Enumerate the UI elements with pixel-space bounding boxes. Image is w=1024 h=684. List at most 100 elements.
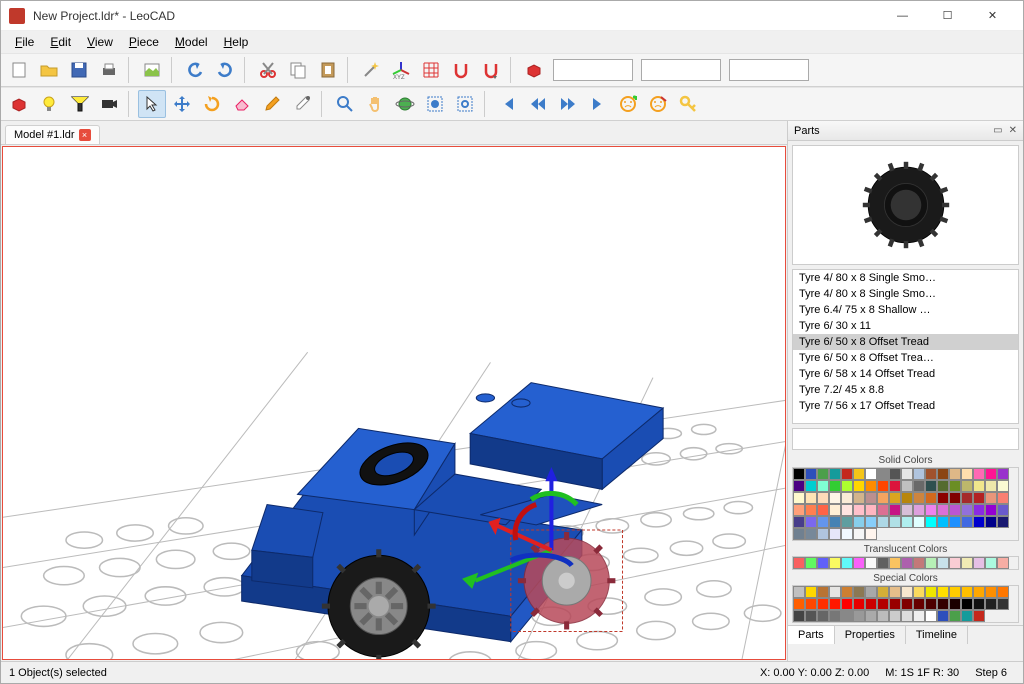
color-swatch[interactable] [829, 480, 841, 492]
color-swatch[interactable] [913, 610, 925, 622]
part-search-input[interactable] [792, 428, 1019, 450]
color-swatch[interactable] [841, 504, 853, 516]
color-swatch[interactable] [937, 586, 949, 598]
color-swatch[interactable] [853, 586, 865, 598]
color-swatch[interactable] [937, 480, 949, 492]
color-swatch[interactable] [949, 516, 961, 528]
color-swatch[interactable] [973, 468, 985, 480]
color-swatch[interactable] [901, 586, 913, 598]
color-swatch[interactable] [913, 557, 925, 569]
color-swatch[interactable] [817, 610, 829, 622]
color-swatch[interactable] [961, 504, 973, 516]
tab-timeline[interactable]: Timeline [906, 626, 968, 644]
color-swatch[interactable] [985, 516, 997, 528]
color-swatch[interactable] [901, 492, 913, 504]
color-swatch[interactable] [877, 492, 889, 504]
color-swatch[interactable] [937, 504, 949, 516]
color-swatch[interactable] [853, 480, 865, 492]
color-swatch[interactable] [853, 516, 865, 528]
color-swatch[interactable] [829, 492, 841, 504]
color-swatch[interactable] [889, 504, 901, 516]
color-swatch[interactable] [817, 557, 829, 569]
color-swatch[interactable] [925, 480, 937, 492]
color-swatch[interactable] [877, 516, 889, 528]
color-swatch[interactable] [877, 598, 889, 610]
color-swatch[interactable] [949, 492, 961, 504]
rotate-button[interactable] [198, 90, 226, 118]
color-swatch[interactable] [901, 480, 913, 492]
panel-float-icon[interactable]: ▭ [993, 125, 1002, 136]
move-button[interactable] [168, 90, 196, 118]
color-swatch[interactable] [865, 586, 877, 598]
color-swatch[interactable] [877, 610, 889, 622]
color-swatch[interactable] [949, 468, 961, 480]
color-swatch[interactable] [889, 557, 901, 569]
color-swatch[interactable] [949, 586, 961, 598]
grid-button[interactable] [417, 56, 445, 84]
color-swatch[interactable] [913, 586, 925, 598]
color-swatch[interactable] [985, 557, 997, 569]
color-swatch[interactable] [853, 468, 865, 480]
close-button[interactable]: ✕ [970, 1, 1015, 31]
part-item[interactable]: Tyre 7/ 56 x 17 Offset Tread [793, 398, 1018, 414]
color-swatch[interactable] [985, 598, 997, 610]
input-2[interactable] [641, 59, 721, 81]
color-swatch[interactable] [865, 598, 877, 610]
input-3[interactable] [729, 59, 809, 81]
color-swatch[interactable] [805, 598, 817, 610]
undo-button[interactable] [181, 56, 209, 84]
camera-button[interactable] [95, 90, 123, 118]
part-item[interactable]: Tyre 4/ 80 x 8 Single Smo… [793, 270, 1018, 286]
redo-button[interactable] [211, 56, 239, 84]
cut-button[interactable] [254, 56, 282, 84]
color-swatch[interactable] [973, 557, 985, 569]
color-swatch[interactable] [889, 468, 901, 480]
color-swatch[interactable] [889, 610, 901, 622]
color-swatch[interactable] [949, 610, 961, 622]
color-swatch[interactable] [901, 610, 913, 622]
color-swatch[interactable] [817, 528, 829, 540]
color-swatch[interactable] [985, 492, 997, 504]
color-swatch[interactable] [865, 557, 877, 569]
roll-button[interactable] [421, 90, 449, 118]
color-swatch[interactable] [901, 598, 913, 610]
color-swatch[interactable] [925, 586, 937, 598]
color-swatch[interactable] [913, 492, 925, 504]
color-swatch[interactable] [997, 557, 1009, 569]
color-swatch[interactable] [937, 557, 949, 569]
part-item[interactable]: Tyre 4/ 80 x 8 Single Smo… [793, 286, 1018, 302]
color-swatch[interactable] [817, 598, 829, 610]
color-swatch[interactable] [841, 492, 853, 504]
color-swatch[interactable] [913, 504, 925, 516]
new-button[interactable] [5, 56, 33, 84]
color-swatch[interactable] [961, 468, 973, 480]
viewport-3d[interactable] [2, 146, 786, 660]
color-swatch[interactable] [901, 504, 913, 516]
color-swatch[interactable] [841, 528, 853, 540]
open-button[interactable] [35, 56, 63, 84]
color-swatch[interactable] [961, 610, 973, 622]
color-swatch[interactable] [949, 504, 961, 516]
color-swatch[interactable] [901, 468, 913, 480]
color-swatch[interactable] [865, 516, 877, 528]
color-swatch[interactable] [985, 504, 997, 516]
color-swatch[interactable] [865, 492, 877, 504]
brick-red-button[interactable] [5, 90, 33, 118]
color-swatch[interactable] [913, 468, 925, 480]
part-item[interactable]: Tyre 7.2/ 45 x 8.8 [793, 382, 1018, 398]
color-swatch[interactable] [853, 557, 865, 569]
panel-close-icon[interactable]: ✕ [1009, 125, 1017, 136]
color-swatch[interactable] [793, 610, 805, 622]
color-swatch[interactable] [865, 528, 877, 540]
add-step-button[interactable] [614, 90, 642, 118]
part-item[interactable]: Tyre 6.4/ 75 x 8 Shallow … [793, 302, 1018, 318]
zoom-region-button[interactable] [451, 90, 479, 118]
color-swatch[interactable] [889, 586, 901, 598]
color-swatch[interactable] [817, 480, 829, 492]
color-swatch[interactable] [961, 598, 973, 610]
snap-angle-button[interactable] [477, 56, 505, 84]
color-swatch[interactable] [973, 610, 985, 622]
color-swatch[interactable] [805, 504, 817, 516]
color-swatch[interactable] [901, 557, 913, 569]
color-swatch[interactable] [961, 516, 973, 528]
